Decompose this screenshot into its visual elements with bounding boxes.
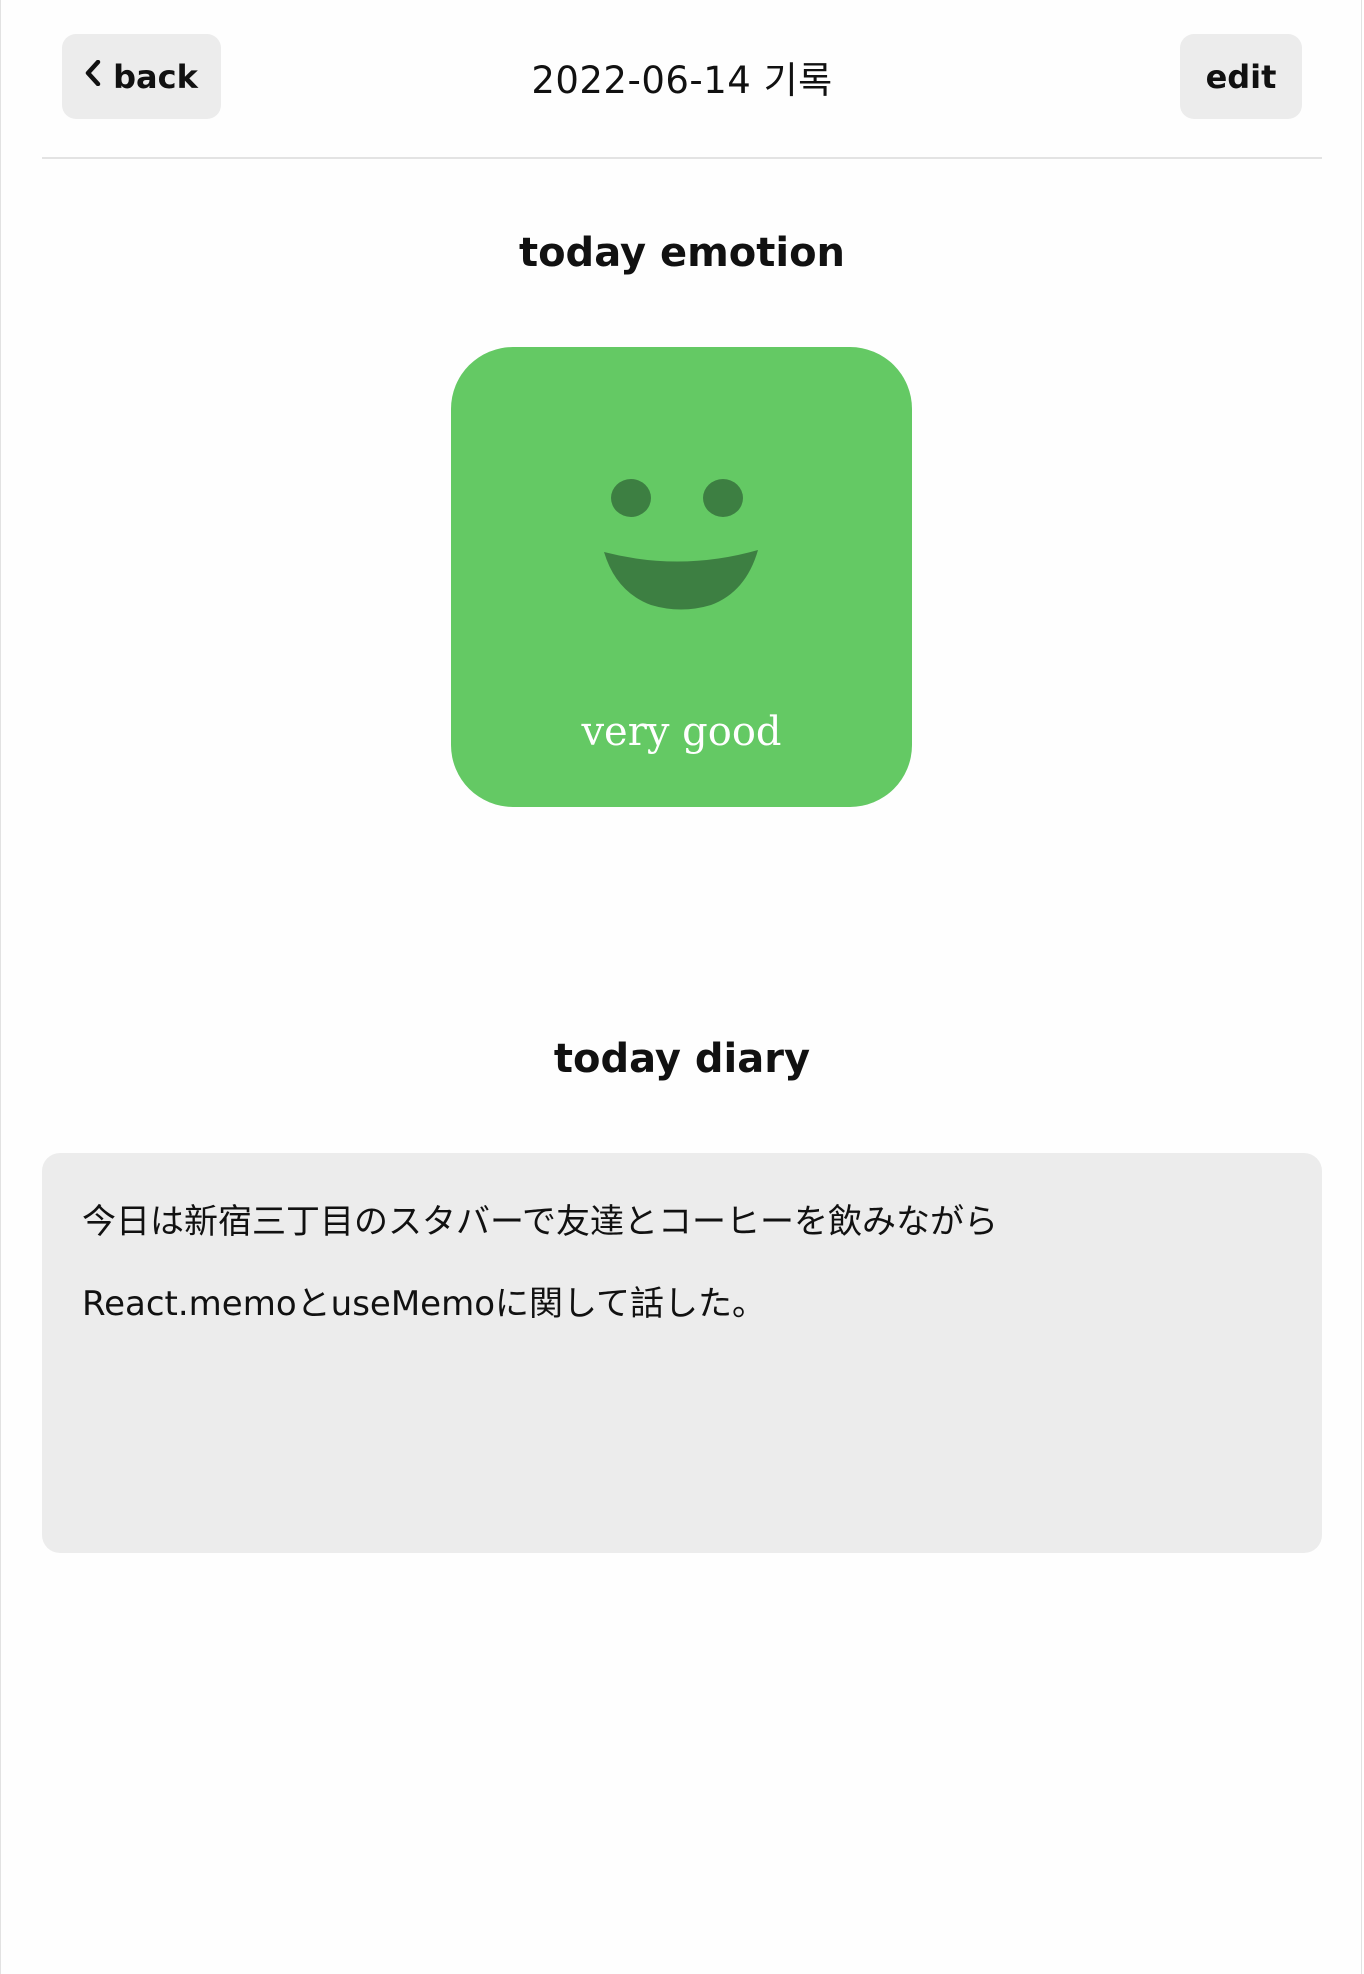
- emotion-label: very good: [581, 709, 782, 755]
- diary-page: back 2022-06-14 기록 edit today emotion ve…: [0, 0, 1362, 1974]
- diary-section-title: today diary: [553, 1036, 811, 1082]
- smile-face-icon: [604, 479, 758, 610]
- page-header: back 2022-06-14 기록 edit: [42, 0, 1322, 159]
- edit-button[interactable]: edit: [1180, 34, 1302, 119]
- chevron-left-icon: [85, 55, 101, 95]
- back-button[interactable]: back: [62, 34, 221, 119]
- back-button-label: back: [113, 57, 198, 96]
- diary-text-line: React.memoとuseMemoに関して話した。: [82, 1284, 766, 1324]
- diary-text-line: 今日は新宿三丁目のスタバーで友達とコーヒーを飲みながら: [82, 1202, 998, 1242]
- emotion-section-title: today emotion: [518, 230, 846, 276]
- page-title: 2022-06-14 기록: [531, 59, 833, 102]
- emotion-card: very good: [451, 347, 912, 807]
- diary-content-box: 今日は新宿三丁目のスタバーで友達とコーヒーを飲みながら React.memoとu…: [42, 1153, 1322, 1553]
